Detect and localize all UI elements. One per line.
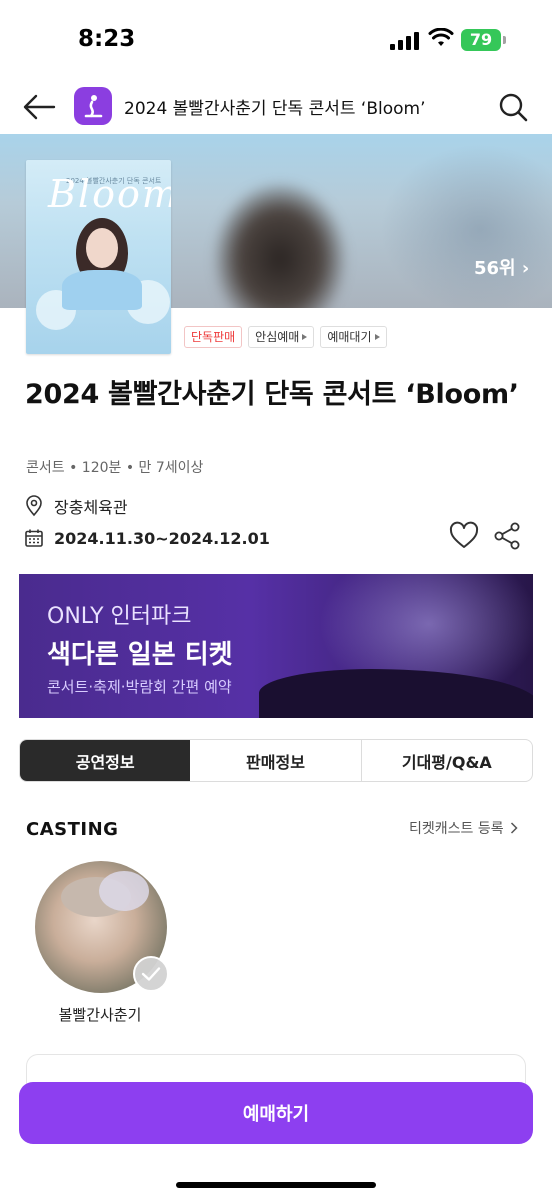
home-indicator [176, 1182, 376, 1188]
app-logo-icon [74, 87, 112, 125]
badge-safe-booking[interactable]: 안심예매 [248, 326, 315, 348]
book-now-button[interactable]: 예매하기 [19, 1082, 533, 1144]
ticketcast-register-label: 티켓캐스트 등록 [409, 821, 504, 837]
tab-reviews-qa[interactable]: 기대평/Q&A [362, 740, 532, 781]
poster-title: Bloom [48, 172, 171, 216]
banner-line-2: 색다른 일본 티켓 [47, 640, 233, 670]
poster-artist-dress [62, 270, 142, 310]
cast-name: 볼빨간사춘기 [58, 1006, 142, 1024]
wifi-icon [428, 28, 454, 46]
poster-artist-face [86, 228, 118, 268]
promo-banner[interactable]: ONLY 인터파크 색다른 일본 티켓 콘서트·축제·박람회 간편 예약 [19, 574, 533, 718]
hero-background-blur [380, 144, 552, 308]
chevron-right-icon [374, 334, 380, 340]
chevron-right-icon [510, 822, 518, 834]
status-time: 8:23 [78, 26, 136, 52]
casting-title: CASTING [26, 819, 119, 840]
sale-badges: 단독판매 안심예매 예매대기 [184, 326, 387, 348]
battery-icon: 79 [461, 29, 501, 51]
badge-label: 예매대기 [327, 330, 372, 344]
event-meta: 콘서트 • 120분 • 만 7세이상 [26, 460, 204, 476]
back-arrow-icon[interactable] [20, 90, 58, 124]
cellular-signal-icon [390, 32, 420, 50]
event-title: 2024 볼빨간사춘기 단독 콘서트 ‘Bloom’ [25, 379, 519, 410]
event-dates: 2024.11.30~2024.12.01 [54, 528, 270, 548]
detail-tabs: 공연정보 판매정보 기대평/Q&A [19, 739, 533, 782]
location-pin-icon [26, 495, 42, 517]
badge-label: 단독판매 [191, 330, 236, 344]
banner-line-1: ONLY 인터파크 [47, 604, 192, 629]
chevron-right-icon [302, 334, 308, 340]
badge-waitlist[interactable]: 예매대기 [320, 326, 387, 348]
nav-header: 2024 볼빨간사춘기 단독 콘서트 ‘Bloom’ [0, 78, 552, 134]
ranking-link[interactable]: 56위 › [474, 254, 529, 280]
badge-label: 안심예매 [255, 330, 300, 344]
hero-artist-blur [215, 184, 345, 308]
venue-row[interactable]: 장충체육관 [24, 494, 128, 518]
nav-title: 2024 볼빨간사춘기 단독 콘서트 ‘Bloom’ [124, 99, 426, 119]
search-icon[interactable] [496, 90, 530, 124]
banner-line-3: 콘서트·축제·박람회 간편 예약 [47, 678, 232, 696]
status-bar: 8:23 79 [0, 0, 552, 78]
tab-sales-info[interactable]: 판매정보 [190, 740, 362, 781]
event-poster[interactable]: 2024 볼빨간사춘기 단독 콘서트 Bloom [26, 160, 171, 354]
calendar-icon [25, 529, 43, 547]
badge-exclusive: 단독판매 [184, 326, 243, 348]
check-icon[interactable] [133, 956, 169, 992]
date-row: 2024.11.30~2024.12.01 [24, 526, 270, 550]
heart-icon[interactable] [448, 520, 480, 552]
avatar-flower-crown [99, 871, 149, 911]
tab-performance-info[interactable]: 공연정보 [20, 740, 191, 781]
venue-name: 장충체육관 [54, 498, 128, 517]
share-icon[interactable] [492, 520, 522, 552]
ticketcast-register-link[interactable]: 티켓캐스트 등록 [409, 818, 518, 838]
battery-cap [503, 36, 506, 44]
